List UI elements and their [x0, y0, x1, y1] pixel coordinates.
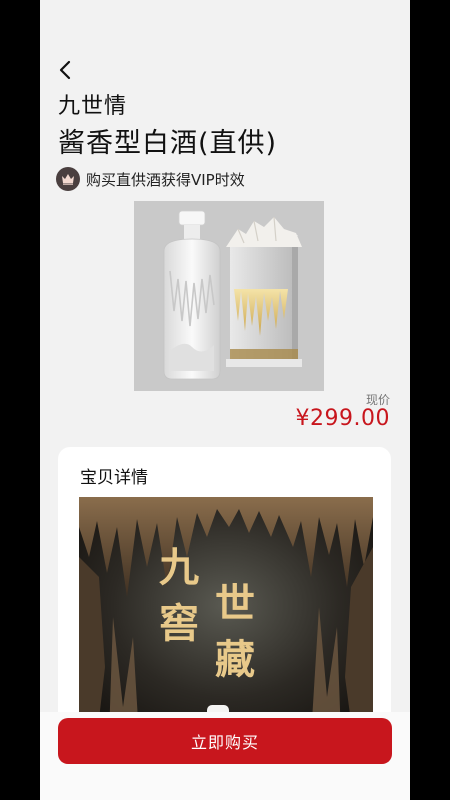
vip-notice-text: 购买直供酒获得VIP时效 — [86, 170, 245, 189]
current-price: ¥299.00 — [295, 406, 390, 431]
product-image[interactable] — [134, 201, 324, 391]
product-title: 酱香型白酒(直供) — [58, 128, 278, 159]
app-screen: 九世情 酱香型白酒(直供) 购买直供酒获得VIP时效 现价 ¥299.00 宝贝… — [40, 0, 410, 800]
poster-char-2: 世 — [215, 580, 255, 627]
detail-section-title: 宝贝详情 — [80, 468, 148, 488]
chevron-left-icon — [59, 60, 71, 80]
poster-char-1: 九 — [159, 544, 199, 591]
crown-icon — [56, 167, 80, 191]
back-button[interactable] — [54, 58, 76, 82]
detail-poster-image: 九 世 窖 藏 — [79, 497, 373, 737]
poster-char-3: 窖 — [159, 600, 199, 647]
poster-char-4: 藏 — [215, 636, 255, 683]
product-brand: 九世情 — [58, 94, 128, 119]
buy-now-button[interactable]: 立即购买 — [58, 718, 392, 764]
product-detail-card: 宝贝详情 九 世 窖 藏 — [58, 447, 391, 737]
vip-notice: 购买直供酒获得VIP时效 — [56, 167, 245, 191]
